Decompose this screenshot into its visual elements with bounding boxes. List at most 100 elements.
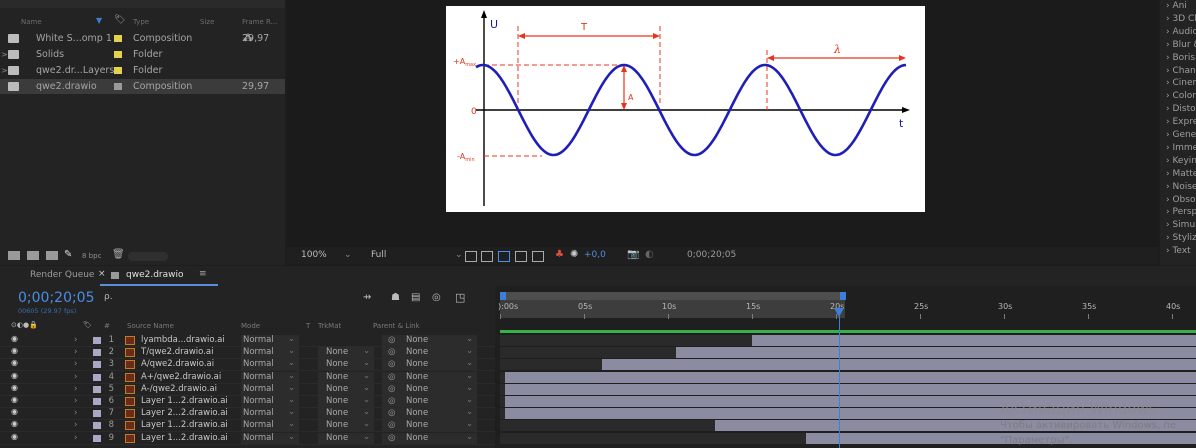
eye-icon[interactable]: ◉ bbox=[11, 358, 18, 367]
new-composition-icon[interactable] bbox=[46, 251, 58, 260]
parent-link-dropdown[interactable]: ◎ None ⌄ bbox=[382, 419, 477, 432]
frame-blending-icon[interactable]: ▤ bbox=[411, 292, 420, 303]
layer-duration-bar[interactable] bbox=[505, 371, 1196, 383]
twirl-icon[interactable]: › bbox=[74, 347, 77, 357]
layer-row[interactable]: ◉ › 9 Layer 1...2.drawio.ai Normal ⌄ None ⌄ ◎ Non… bbox=[0, 432, 495, 445]
eye-icon[interactable]: ◉ bbox=[11, 432, 18, 441]
snapshot-camera-icon[interactable]: 📷 bbox=[627, 249, 639, 260]
mask-visibility-icon[interactable] bbox=[498, 251, 510, 262]
twirl-icon[interactable]: › bbox=[74, 335, 77, 345]
pick-whip-icon[interactable]: ◎ bbox=[388, 347, 395, 357]
timeline-timecode[interactable]: 0;00;20;05 bbox=[18, 290, 95, 306]
effect-category[interactable]: › Audio bbox=[1166, 27, 1196, 37]
composition-frame[interactable]: U t 0 +Amax -Amin T λ A bbox=[446, 6, 925, 212]
work-area-bar[interactable] bbox=[500, 292, 845, 300]
col-trkmat[interactable]: TrkMat bbox=[318, 322, 341, 330]
graph-editor-icon[interactable]: ◳ bbox=[455, 291, 465, 304]
twirl-icon[interactable]: › bbox=[74, 372, 77, 382]
layer-search-input[interactable] bbox=[118, 294, 348, 304]
layer-source-name[interactable]: Layer 1...2.drawio.ai bbox=[141, 396, 228, 406]
layer-source-name[interactable]: A-/qwe2.drawio.ai bbox=[141, 384, 217, 394]
trkmat-dropdown[interactable]: None ⌄ bbox=[318, 432, 374, 444]
pick-whip-icon[interactable]: ◎ bbox=[388, 384, 395, 394]
pick-whip-icon[interactable]: ◎ bbox=[388, 396, 395, 406]
trkmat-dropdown[interactable]: None ⌄ bbox=[318, 395, 374, 407]
comp-mini-flowchart-icon[interactable]: ⇸ bbox=[363, 292, 371, 303]
parent-link-dropdown[interactable]: ◎ None ⌄ bbox=[382, 383, 477, 395]
region-of-interest-icon[interactable] bbox=[465, 251, 477, 262]
layer-row[interactable]: ◉ › 7 Layer 2...2.drawio.ai Normal ⌄ None ⌄ ◎ Non… bbox=[0, 407, 495, 421]
trkmat-dropdown[interactable]: None ⌄ bbox=[318, 371, 374, 383]
tab-comp-qwe2[interactable]: qwe2.drawio bbox=[126, 270, 184, 280]
effect-category[interactable]: › Simul bbox=[1166, 220, 1196, 230]
layer-row[interactable]: ◉ › 2 T/qwe2.drawio.ai Normal ⌄ None ⌄ ◎ None ⌄ bbox=[0, 346, 495, 360]
parent-link-dropdown[interactable]: ◎ None ⌄ bbox=[382, 334, 477, 346]
layer-source-name[interactable]: A/qwe2.drawio.ai bbox=[141, 359, 214, 369]
blend-mode-dropdown[interactable]: Normal ⌄ bbox=[241, 432, 299, 444]
layer-row[interactable]: ◉ › 4 A+/qwe2.drawio.ai Normal ⌄ None ⌄ ◎ None ⌄ bbox=[0, 371, 495, 384]
layer-label-swatch[interactable] bbox=[93, 385, 101, 393]
effect-category[interactable]: › Persp bbox=[1166, 207, 1196, 217]
col-source-name[interactable]: Source Name bbox=[127, 322, 174, 330]
label-tag-icon[interactable]: 🏷 bbox=[114, 15, 125, 25]
label-swatch[interactable] bbox=[114, 35, 122, 42]
layer-duration-bar[interactable] bbox=[505, 383, 1196, 395]
effect-category[interactable]: › Cinem bbox=[1166, 78, 1196, 88]
blend-mode-dropdown[interactable]: Normal ⌄ bbox=[241, 334, 299, 346]
work-area-start-handle[interactable] bbox=[500, 292, 506, 300]
motion-blur-icon[interactable]: ◎ bbox=[432, 292, 441, 303]
layer-row[interactable]: ◉ › 8 Layer 1...2.drawio.ai Normal ⌄ None ⌄ ◎ Non… bbox=[0, 419, 495, 433]
pick-whip-icon[interactable]: ◎ bbox=[388, 335, 395, 345]
col-t[interactable]: T bbox=[306, 322, 310, 330]
effect-category[interactable]: › Chann bbox=[1166, 66, 1196, 76]
col-frame-rate[interactable]: Frame R... bbox=[242, 18, 277, 26]
label-swatch[interactable] bbox=[114, 83, 122, 90]
effect-category[interactable]: › Text bbox=[1166, 246, 1191, 256]
layer-label-swatch[interactable] bbox=[93, 434, 101, 442]
effect-category[interactable]: › Gener bbox=[1166, 130, 1196, 140]
eye-icon[interactable]: ◉ bbox=[11, 346, 18, 355]
effect-category[interactable]: › Styliz bbox=[1166, 233, 1196, 243]
pick-whip-icon[interactable]: ◎ bbox=[388, 372, 395, 382]
resolution-chevron-icon[interactable]: ⌄ bbox=[455, 250, 463, 260]
col-parent-link[interactable]: Parent & Link bbox=[373, 322, 420, 330]
effect-category[interactable]: › Expre bbox=[1166, 117, 1196, 127]
twirl-icon[interactable]: › bbox=[74, 396, 77, 406]
blend-mode-dropdown[interactable]: Normal ⌄ bbox=[241, 419, 299, 432]
col-type[interactable]: Type bbox=[133, 18, 149, 26]
new-folder-icon[interactable] bbox=[27, 251, 39, 260]
trash-icon[interactable]: 🗑 bbox=[112, 249, 125, 260]
eye-icon[interactable]: ◉ bbox=[11, 419, 18, 428]
interpret-footage-icon[interactable] bbox=[8, 251, 20, 260]
trkmat-dropdown[interactable]: None ⌄ bbox=[318, 407, 374, 420]
layer-duration-bar[interactable] bbox=[602, 359, 1196, 371]
resolution-dropdown[interactable]: Full bbox=[371, 250, 386, 260]
color-management-icon[interactable]: ♣ bbox=[555, 249, 564, 260]
sort-arrow-icon[interactable]: ▼ bbox=[96, 16, 102, 25]
pick-whip-icon[interactable]: ◎ bbox=[388, 433, 395, 443]
pick-whip-icon[interactable]: ◎ bbox=[388, 408, 395, 418]
layer-source-name[interactable]: Layer 1...2.drawio.ai bbox=[141, 433, 228, 443]
brush-icon[interactable]: ✎ bbox=[64, 249, 72, 260]
effect-category[interactable]: › Noise bbox=[1166, 182, 1196, 192]
effect-category[interactable]: › Obsol bbox=[1166, 195, 1196, 205]
trkmat-dropdown[interactable]: None ⌄ bbox=[318, 419, 374, 432]
parent-link-dropdown[interactable]: ◎ None ⌄ bbox=[382, 371, 477, 383]
effect-category[interactable]: › Distor bbox=[1166, 104, 1196, 114]
layer-source-name[interactable]: lyambda...drawio.ai bbox=[141, 335, 225, 345]
label-swatch[interactable] bbox=[114, 51, 122, 58]
parent-link-dropdown[interactable]: ◎ None ⌄ bbox=[382, 358, 477, 371]
layer-source-name[interactable]: Layer 1...2.drawio.ai bbox=[141, 420, 228, 430]
close-tab-icon[interactable]: × bbox=[98, 269, 106, 279]
blend-mode-dropdown[interactable]: Normal ⌄ bbox=[241, 383, 299, 395]
twirl-icon[interactable]: › bbox=[74, 384, 77, 394]
effect-category[interactable]: › Color bbox=[1166, 91, 1196, 101]
thumbnail-slider[interactable] bbox=[128, 252, 168, 261]
effect-category[interactable]: › Blur & bbox=[1166, 40, 1196, 50]
project-item[interactable]: qwe2.drawio Composition 29,97 bbox=[0, 79, 285, 94]
blend-mode-dropdown[interactable]: Normal ⌄ bbox=[241, 358, 299, 371]
tab-render-queue[interactable]: Render Queue bbox=[30, 270, 94, 280]
label-column-icon[interactable]: 🏷 bbox=[83, 321, 92, 329]
transparency-grid-icon[interactable] bbox=[481, 251, 493, 262]
pick-whip-icon[interactable]: ◎ bbox=[388, 359, 395, 369]
